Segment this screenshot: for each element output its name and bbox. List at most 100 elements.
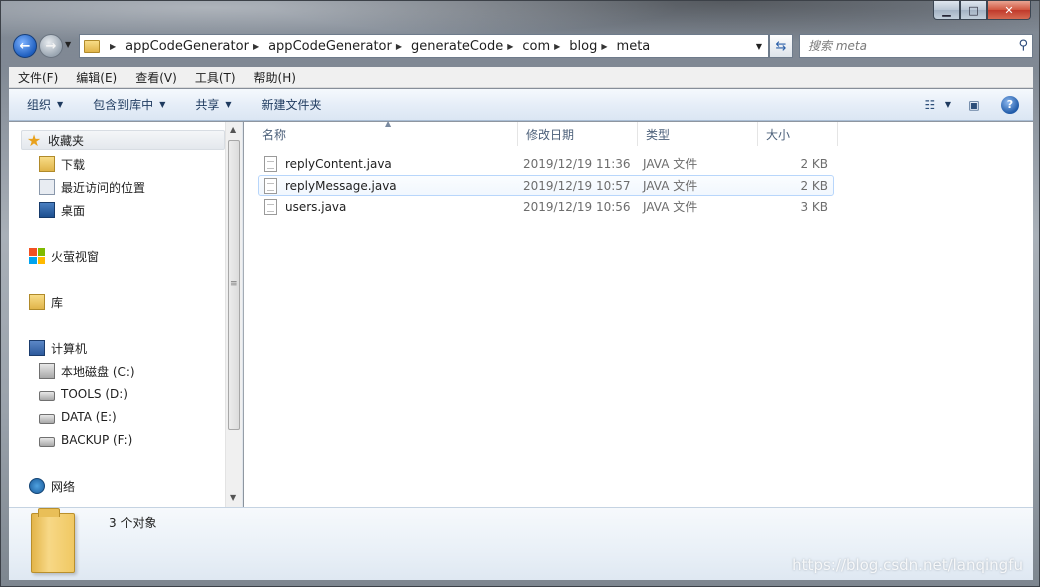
- preview-pane-icon[interactable]: ▣: [963, 95, 985, 115]
- navigation-scrollbar[interactable]: ▲ ≡ ▼: [225, 122, 242, 507]
- file-row[interactable]: users.java 2019/12/19 10:56 JAVA 文件 3 KB: [258, 196, 834, 217]
- computer-icon: [29, 340, 45, 356]
- hard-drive-icon: [39, 391, 55, 401]
- nav-drive-e-label: DATA (E:): [61, 410, 117, 424]
- chevron-down-icon[interactable]: ▼: [756, 42, 762, 51]
- nav-network-label: 网络: [51, 479, 76, 494]
- nav-drive-e[interactable]: DATA (E:): [39, 407, 117, 427]
- menu-tools[interactable]: 工具(T): [186, 69, 245, 86]
- item-count: 3 个对象: [109, 516, 157, 530]
- system-drive-icon: [39, 363, 55, 379]
- nav-drive-c[interactable]: 本地磁盘 (C:): [39, 361, 135, 381]
- menu-edit[interactable]: 编辑(E): [67, 69, 126, 86]
- file-type: JAVA 文件: [643, 200, 698, 214]
- chevron-right-icon[interactable]: ▶: [601, 42, 607, 51]
- breadcrumb-item[interactable]: appCodeGenerator: [268, 39, 392, 54]
- refresh-icon: ⇆: [775, 38, 787, 54]
- breadcrumb-item[interactable]: blog: [569, 39, 597, 54]
- chevron-right-icon[interactable]: ▶: [253, 42, 259, 51]
- search-box[interactable]: ⚲: [799, 34, 1033, 58]
- details-pane: 3 个对象 https://blog.csdn.net/lanqingfu: [9, 507, 1033, 580]
- forward-button[interactable]: →: [39, 34, 63, 58]
- chevron-down-icon: ▼: [225, 100, 232, 109]
- hard-drive-icon: [39, 414, 55, 424]
- navigation-pane: ★ 收藏夹 下载 最近访问的位置 桌面 火萤视窗 库 计算机 本地磁盘 (C:)…: [9, 122, 243, 507]
- column-name-label: 名称: [262, 127, 287, 142]
- recent-pages-dropdown-icon[interactable]: ▼: [65, 40, 71, 49]
- share-button[interactable]: 共享 ▼: [185, 96, 241, 113]
- view-dropdown[interactable]: ▼: [941, 100, 955, 109]
- file-row[interactable]: replyContent.java 2019/12/19 11:36 JAVA …: [258, 153, 834, 174]
- menu-file[interactable]: 文件(F): [9, 69, 67, 86]
- nav-computer-label: 计算机: [51, 341, 88, 356]
- close-button[interactable]: ✕: [987, 1, 1031, 20]
- chevron-right-icon[interactable]: ▶: [554, 42, 560, 51]
- chevron-down-icon: ▼: [159, 100, 166, 109]
- nav-downloads[interactable]: 下载: [39, 154, 85, 174]
- column-header-type[interactable]: 类型: [638, 122, 758, 146]
- command-bar: 组织 ▼ 包含到库中 ▼ 共享 ▼ 新建文件夹 ☷ ▼ ▣ ?: [9, 89, 1033, 121]
- file-size: 3 KB: [800, 199, 828, 214]
- column-type-label: 类型: [646, 127, 671, 142]
- file-name: replyContent.java: [285, 156, 392, 171]
- file-size: 2 KB: [800, 156, 828, 171]
- view-options-icon[interactable]: ☷: [919, 95, 941, 115]
- nav-favorites[interactable]: ★ 收藏夹: [21, 130, 225, 150]
- file-modified: 2019/12/19 10:56: [523, 199, 631, 214]
- nav-network[interactable]: 网络: [29, 476, 75, 496]
- chevron-right-icon[interactable]: ▶: [396, 42, 402, 51]
- menu-bar: 文件(F) 编辑(E) 查看(V) 工具(T) 帮助(H): [9, 67, 1033, 88]
- search-icon[interactable]: ⚲: [1018, 38, 1028, 53]
- menu-view[interactable]: 查看(V): [126, 69, 186, 86]
- refresh-button[interactable]: ⇆: [769, 34, 793, 58]
- minimize-button[interactable]: ▁: [933, 1, 960, 20]
- breadcrumb-item[interactable]: appCodeGenerator: [125, 39, 249, 54]
- nav-drive-d[interactable]: TOOLS (D:): [39, 384, 128, 404]
- breadcrumb-item[interactable]: com: [522, 39, 550, 54]
- include-library-label: 包含到库中: [93, 98, 154, 112]
- nav-desktop-label: 桌面: [61, 203, 86, 218]
- scroll-down-icon[interactable]: ▼: [230, 493, 236, 502]
- caption-buttons: ▁ □ ✕: [933, 1, 1031, 21]
- column-header-modified[interactable]: 修改日期: [518, 122, 638, 146]
- nav-desktop[interactable]: 桌面: [39, 200, 85, 220]
- back-button[interactable]: ←: [13, 34, 37, 58]
- include-library-button[interactable]: 包含到库中 ▼: [83, 96, 175, 113]
- scroll-up-icon[interactable]: ▲: [230, 125, 236, 134]
- nav-drive-f-label: BACKUP (F:): [61, 433, 133, 447]
- network-icon: [29, 478, 45, 494]
- column-header-name[interactable]: 名称: [254, 122, 518, 146]
- file-modified: 2019/12/19 10:57: [523, 178, 631, 193]
- star-icon: ★: [26, 130, 42, 150]
- chevron-right-icon[interactable]: ▶: [110, 42, 116, 51]
- view-controls: ☷ ▼ ▣ ?: [911, 95, 1033, 115]
- column-size-label: 大小: [766, 127, 791, 142]
- maximize-button[interactable]: □: [960, 1, 987, 20]
- nav-firefly[interactable]: 火萤视窗: [29, 246, 99, 266]
- nav-drive-f[interactable]: BACKUP (F:): [39, 430, 132, 450]
- file-name: replyMessage.java: [285, 178, 397, 193]
- desktop-icon: [39, 202, 55, 218]
- breadcrumb-item[interactable]: generateCode: [411, 39, 503, 54]
- watermark-text: https://blog.csdn.net/lanqingfu: [792, 556, 1023, 574]
- help-icon[interactable]: ?: [1001, 95, 1019, 114]
- chevron-right-icon[interactable]: ▶: [507, 42, 513, 51]
- new-folder-button[interactable]: 新建文件夹: [252, 96, 332, 113]
- organize-button[interactable]: 组织 ▼: [17, 96, 73, 113]
- recent-places-icon: [39, 179, 55, 195]
- nav-library[interactable]: 库: [29, 292, 63, 312]
- menu-help[interactable]: 帮助(H): [245, 69, 305, 86]
- scrollbar-thumb[interactable]: ≡: [228, 140, 240, 430]
- search-input[interactable]: [808, 39, 1008, 53]
- chevron-down-icon: ▼: [944, 100, 951, 109]
- share-label: 共享: [195, 98, 220, 112]
- column-header-size[interactable]: 大小: [758, 122, 838, 146]
- nav-library-label: 库: [51, 295, 64, 310]
- address-bar[interactable]: ▶ appCodeGenerator ▶ appCodeGenerator ▶ …: [79, 34, 769, 58]
- file-row[interactable]: replyMessage.java 2019/12/19 10:57 JAVA …: [258, 175, 834, 196]
- nav-computer[interactable]: 计算机: [29, 338, 87, 358]
- new-folder-label: 新建文件夹: [261, 98, 322, 112]
- breadcrumb-item[interactable]: meta: [617, 39, 651, 54]
- downloads-folder-icon: [39, 156, 55, 172]
- nav-recent-places[interactable]: 最近访问的位置: [39, 177, 145, 197]
